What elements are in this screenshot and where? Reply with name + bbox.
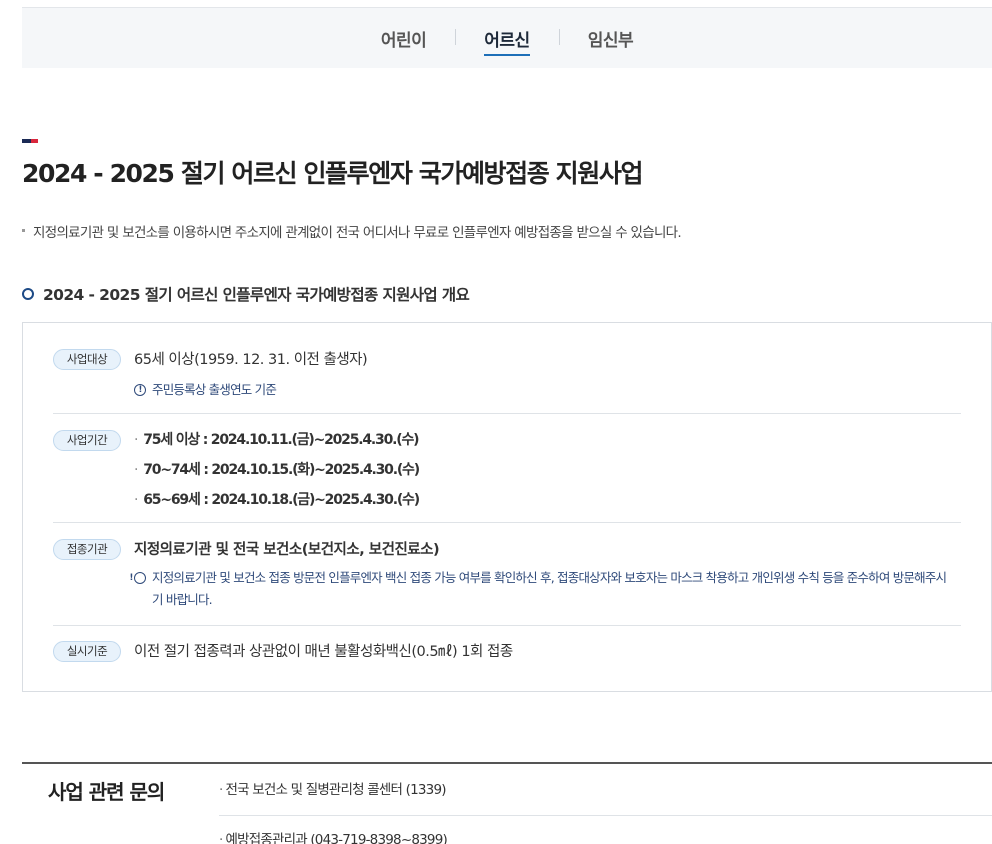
standard-value: 이전 절기 접종력과 상관없이 매년 불활성화백신(0.5㎖) 1회 접종 (134, 644, 513, 660)
period-item: 70~74세 : 2024.10.15.(화)~2025.4.30.(수) (134, 459, 420, 479)
badge-period: 사업기간 (53, 430, 121, 451)
contact-item: 전국 보건소 및 질병관리청 콜센터 (1339) (219, 764, 992, 816)
contact-title: 사업 관련 문의 (48, 780, 165, 804)
section-heading-text: 2024 - 2025 절기 어르신 인플루엔자 국가예방접종 지원사업 개요 (43, 286, 470, 304)
target-note: ! 주민등록상 출생연도 기준 (134, 379, 277, 401)
circle-bullet-icon (22, 288, 34, 300)
tab-seniors[interactable]: 어르신 (455, 26, 558, 56)
period-item: 65~69세 : 2024.10.18.(금)~2025.4.30.(수) (134, 489, 420, 509)
section-heading: 2024 - 2025 절기 어르신 인플루엔자 국가예방접종 지원사업 개요 (22, 283, 470, 305)
tab-pregnant[interactable]: 임신부 (558, 26, 662, 51)
tab-pregnant-label: 임신부 (587, 30, 634, 51)
institution-note: ! 지정의료기관 및 보건소 접종 방문전 인플루엔자 백신 접종 가능 여부를 … (129, 567, 954, 611)
tab-children[interactable]: 어린이 (352, 26, 455, 51)
row-period: 사업기간 75세 이상 : 2024.10.11.(금)~2025.4.30.(… (53, 414, 961, 523)
row-target: 사업대상 65세 이상(1959. 12. 31. 이전 출생자) ! 주민등록상… (53, 339, 961, 414)
title-accent-mark (22, 139, 38, 143)
tab-children-label: 어린이 (380, 30, 427, 51)
target-value: 65세 이상(1959. 12. 31. 이전 출생자) (134, 352, 368, 368)
badge-standard: 실시기준 (53, 641, 121, 662)
page-title: 2024 - 2025 절기 어르신 인플루엔자 국가예방접종 지원사업 (22, 159, 643, 188)
info-icon: ! (134, 383, 146, 396)
intro-text: 지정의료기관 및 보건소를 이용하시면 주소지에 관계없이 전국 어디서나 무료… (22, 221, 682, 241)
info-icon: ! (129, 571, 146, 584)
contact-section: 사업 관련 문의 전국 보건소 및 질병관리청 콜센터 (1339) 예방접종관… (22, 762, 992, 844)
age-group-tabs: 어린이 어르신 임신부 (22, 7, 992, 68)
period-item: 75세 이상 : 2024.10.11.(금)~2025.4.30.(수) (134, 429, 419, 449)
institution-note-text: 지정의료기관 및 보건소 접종 방문전 인플루엔자 백신 접종 가능 여부를 확… (152, 570, 947, 607)
target-note-text: 주민등록상 출생연도 기준 (152, 382, 277, 397)
institution-value: 지정의료기관 및 전국 보건소(보건지소, 보건진료소) (134, 542, 440, 558)
tab-seniors-label: 어르신 (484, 30, 530, 56)
row-institution: 접종기관 지정의료기관 및 전국 보건소(보건지소, 보건진료소) ! 지정의료기… (53, 523, 961, 626)
contact-item: 예방접종관리과 (043-719-8398~8399) (219, 828, 992, 844)
badge-institution: 접종기관 (53, 539, 121, 560)
row-standard: 실시기준 이전 절기 접종력과 상관없이 매년 불활성화백신(0.5㎖) 1회 … (53, 626, 961, 676)
badge-target: 사업대상 (53, 349, 121, 370)
program-overview-box: 사업대상 65세 이상(1959. 12. 31. 이전 출생자) ! 주민등록상… (22, 322, 992, 692)
